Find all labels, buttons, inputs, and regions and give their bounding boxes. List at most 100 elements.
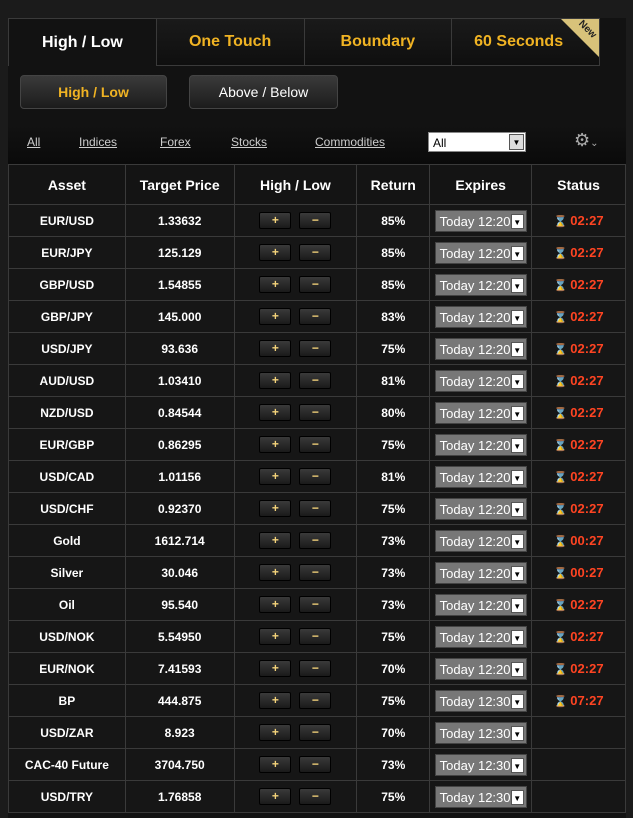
high-low-cell: + − (233, 716, 358, 749)
low-button[interactable]: − (299, 468, 332, 485)
chevron-down-icon: ▼ (510, 597, 524, 613)
high-button[interactable]: + (259, 308, 292, 325)
hourglass-icon: ⌛ (553, 440, 568, 452)
expiry-select[interactable]: Today 12:30 ▼ (434, 689, 527, 712)
asset-name: Silver (8, 556, 126, 589)
high-button[interactable]: + (259, 596, 292, 613)
table-row: GBP/JPY 145.000 + − 83% Today 12:20 ▼ ⌛ 02:… (8, 300, 626, 333)
expiry-select[interactable]: Today 12:20 ▼ (434, 209, 527, 232)
low-button[interactable]: − (299, 692, 332, 709)
chevron-down-icon: ▼ (510, 341, 524, 357)
countdown: 00:27 (570, 565, 604, 580)
expiry-select[interactable]: Today 12:20 ▼ (434, 241, 527, 264)
expiry-select[interactable]: Today 12:20 ▼ (434, 465, 527, 488)
target-price: 0.92370 (124, 492, 235, 525)
hourglass-icon: ⌛ (553, 600, 568, 612)
return-value: 75% (356, 332, 431, 365)
expiry-select[interactable]: Today 12:30 ▼ (434, 721, 527, 744)
table-row: USD/ZAR 8.923 + − 70% Today 12:30 ▼ (8, 716, 626, 749)
table-row: EUR/JPY 125.129 + − 85% Today 12:20 ▼ ⌛ 02:… (8, 236, 626, 269)
target-price: 1.01156 (124, 460, 235, 493)
high-button[interactable]: + (259, 404, 292, 421)
high-button[interactable]: + (259, 756, 292, 773)
asset-name: EUR/NOK (8, 652, 126, 685)
filter-forex[interactable]: Forex (160, 135, 191, 149)
table-row: BP 444.875 + − 75% Today 12:30 ▼ ⌛ 07:27 (8, 684, 626, 717)
return-value: 75% (356, 492, 431, 525)
low-button[interactable]: − (299, 276, 332, 293)
expiry-select[interactable]: Today 12:20 ▼ (434, 337, 527, 360)
expiry-select[interactable]: Today 12:20 ▼ (434, 273, 527, 296)
expiry-select[interactable]: Today 12:20 ▼ (434, 369, 527, 392)
settings-gear-icon[interactable]: ⚙⌄ (574, 130, 599, 151)
high-low-cell: + − (233, 588, 358, 621)
expiry-select[interactable]: Today 12:20 ▼ (434, 625, 527, 648)
tab-high-low[interactable]: High / Low (8, 18, 157, 66)
low-button[interactable]: − (299, 500, 332, 517)
chevron-down-icon: ▼ (509, 134, 524, 150)
low-button[interactable]: − (299, 660, 332, 677)
high-button[interactable]: + (259, 436, 292, 453)
low-button[interactable]: − (299, 756, 332, 773)
asset-name: EUR/JPY (8, 236, 126, 269)
status-cell: ⌛ 07:27 (531, 684, 626, 717)
expires-cell: Today 12:20 ▼ (429, 204, 533, 237)
low-button[interactable]: − (299, 212, 332, 229)
expiry-select[interactable]: Today 12:20 ▼ (434, 433, 527, 456)
high-button[interactable]: + (259, 628, 292, 645)
low-button[interactable]: − (299, 532, 332, 549)
low-button[interactable]: − (299, 340, 332, 357)
high-button[interactable]: + (259, 372, 292, 389)
expiry-select[interactable]: Today 12:30 ▼ (434, 785, 527, 808)
low-button[interactable]: − (299, 564, 332, 581)
countdown: 02:27 (570, 341, 604, 356)
high-button[interactable]: + (259, 788, 292, 805)
high-button[interactable]: + (259, 340, 292, 357)
high-button[interactable]: + (259, 276, 292, 293)
asset-name: AUD/USD (8, 364, 126, 397)
expiry-select[interactable]: Today 12:20 ▼ (434, 529, 527, 552)
asset-select[interactable]: All ▼ (428, 132, 526, 152)
tab-one-touch[interactable]: One Touch (156, 18, 305, 66)
high-button[interactable]: + (259, 244, 292, 261)
high-button[interactable]: + (259, 660, 292, 677)
low-button[interactable]: − (299, 788, 332, 805)
high-button[interactable]: + (259, 692, 292, 709)
status-cell: ⌛ 02:27 (531, 332, 626, 365)
filter-stocks[interactable]: Stocks (231, 135, 267, 149)
high-button[interactable]: + (259, 468, 292, 485)
high-low-button[interactable]: High / Low (20, 75, 167, 109)
expiry-select[interactable]: Today 12:20 ▼ (434, 497, 527, 520)
high-button[interactable]: + (259, 564, 292, 581)
filter-indices[interactable]: Indices (79, 135, 117, 149)
high-button[interactable]: + (259, 212, 292, 229)
tab-60-seconds[interactable]: 60 Seconds New (452, 18, 600, 66)
filter-all[interactable]: All (27, 135, 40, 149)
expiry-select[interactable]: Today 12:20 ▼ (434, 593, 527, 616)
low-button[interactable]: − (299, 436, 332, 453)
expiry-value: Today 12:30 (439, 757, 511, 773)
expiry-select[interactable]: Today 12:20 ▼ (434, 401, 527, 424)
tab-boundary[interactable]: Boundary (304, 18, 453, 66)
table-row: CAC-40 Future 3704.750 + − 73% Today 12:3… (8, 748, 626, 781)
expiry-select[interactable]: Today 12:20 ▼ (434, 657, 527, 680)
high-button[interactable]: + (259, 724, 292, 741)
low-button[interactable]: − (299, 372, 332, 389)
expiry-select[interactable]: Today 12:20 ▼ (434, 561, 527, 584)
low-button[interactable]: − (299, 308, 332, 325)
filter-commodities[interactable]: Commodities (315, 135, 385, 149)
hourglass-icon: ⌛ (553, 632, 568, 644)
expiry-select[interactable]: Today 12:30 ▼ (434, 753, 527, 776)
low-button[interactable]: − (299, 628, 332, 645)
low-button[interactable]: − (299, 596, 332, 613)
expiry-select[interactable]: Today 12:20 ▼ (434, 305, 527, 328)
high-low-cell: + − (233, 620, 358, 653)
low-button[interactable]: − (299, 244, 332, 261)
expiry-value: Today 12:20 (439, 213, 511, 229)
low-button[interactable]: − (299, 724, 332, 741)
high-button[interactable]: + (259, 532, 292, 549)
low-button[interactable]: − (299, 404, 332, 421)
above-below-button[interactable]: Above / Below (189, 75, 338, 109)
status-cell: ⌛ 02:27 (531, 300, 626, 333)
high-button[interactable]: + (259, 500, 292, 517)
